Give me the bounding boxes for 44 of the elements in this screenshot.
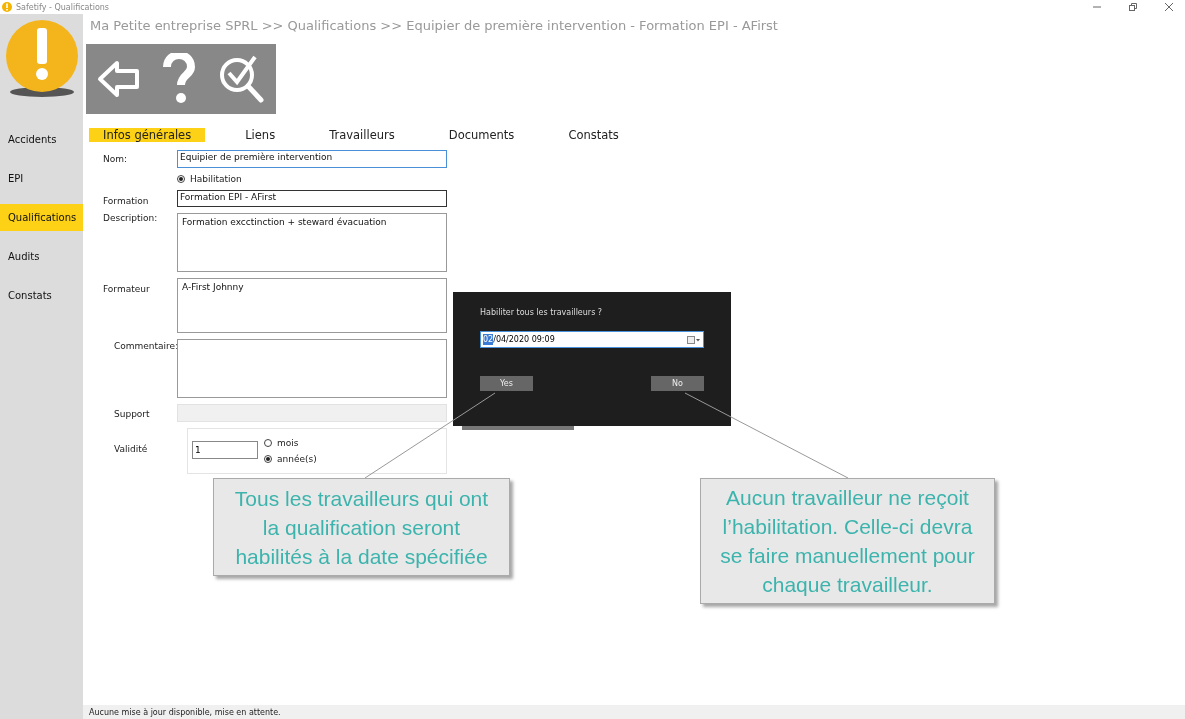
field-label: Description: bbox=[103, 213, 159, 223]
sidebar-item[interactable]: Accidents bbox=[0, 126, 83, 153]
back-arrow-icon[interactable] bbox=[96, 59, 141, 99]
callout-note: Aucun travailleur ne reçoit l’habilitation. Celle-ci devra se faire manuellement pour chaque travailleur. bbox=[700, 478, 995, 604]
callout-note: Tous les travailleurs qui ont la qualification seront habilités à la date spécifiée bbox=[213, 478, 510, 576]
radio-button[interactable] bbox=[177, 175, 185, 183]
radio-label: mois bbox=[277, 438, 299, 448]
tab[interactable]: Travailleurs bbox=[315, 128, 409, 142]
breadcrumb: Ma Petite entreprise SPRL >> Qualifications >> Equipier de première intervention - Formation EPI - AFirst bbox=[89, 17, 779, 35]
dialog-button[interactable]: Yes bbox=[480, 376, 533, 391]
field-label: Validité bbox=[113, 443, 149, 454]
number-field[interactable]: 1 bbox=[192, 441, 258, 459]
text-area[interactable] bbox=[177, 339, 447, 398]
dialog-button[interactable]: No bbox=[651, 376, 704, 391]
text-area[interactable]: Formation excctinction + steward évacuation bbox=[177, 213, 447, 272]
warning-logo-icon bbox=[3, 20, 80, 98]
input-field[interactable]: Equipier de première intervention bbox=[177, 150, 447, 168]
tab[interactable]: Infos générales bbox=[89, 128, 206, 142]
dialog-question: Habiliter tous les travailleurs ? bbox=[480, 308, 604, 317]
input-field[interactable] bbox=[177, 404, 447, 422]
tab[interactable]: Constats bbox=[554, 128, 633, 142]
radio-button[interactable] bbox=[264, 439, 272, 447]
search-check-icon[interactable] bbox=[217, 53, 266, 105]
field-label: Formateur bbox=[103, 283, 151, 294]
tab[interactable]: Liens bbox=[231, 128, 290, 142]
app-logo-icon bbox=[2, 2, 12, 12]
text-area[interactable]: A-First Johnny bbox=[177, 278, 447, 333]
status-bar: Aucune mise à jour disponible, mise en attente. bbox=[83, 705, 1185, 719]
field-label: Support bbox=[113, 408, 151, 419]
radio-button[interactable] bbox=[264, 455, 272, 463]
sidebar-item[interactable]: Constats bbox=[0, 282, 83, 309]
window-title: Safetify - Qualifications bbox=[16, 2, 110, 12]
field-label: Formation bbox=[103, 195, 150, 206]
radio-label: année(s) bbox=[277, 454, 317, 464]
sidebar-item[interactable]: Qualifications bbox=[0, 204, 83, 231]
tab[interactable]: Documents bbox=[434, 128, 529, 142]
calendar-dropdown-icon[interactable] bbox=[687, 335, 701, 344]
help-icon[interactable] bbox=[162, 53, 196, 105]
sidebar-item[interactable]: EPI bbox=[0, 165, 83, 192]
input-field[interactable]: Formation EPI - AFirst bbox=[177, 190, 447, 207]
field-label: Nom: bbox=[103, 153, 129, 164]
sidebar-item[interactable]: Audits bbox=[0, 243, 83, 270]
field-label: Commentaire: bbox=[113, 340, 177, 351]
radio-label: Habilitation bbox=[190, 174, 242, 184]
